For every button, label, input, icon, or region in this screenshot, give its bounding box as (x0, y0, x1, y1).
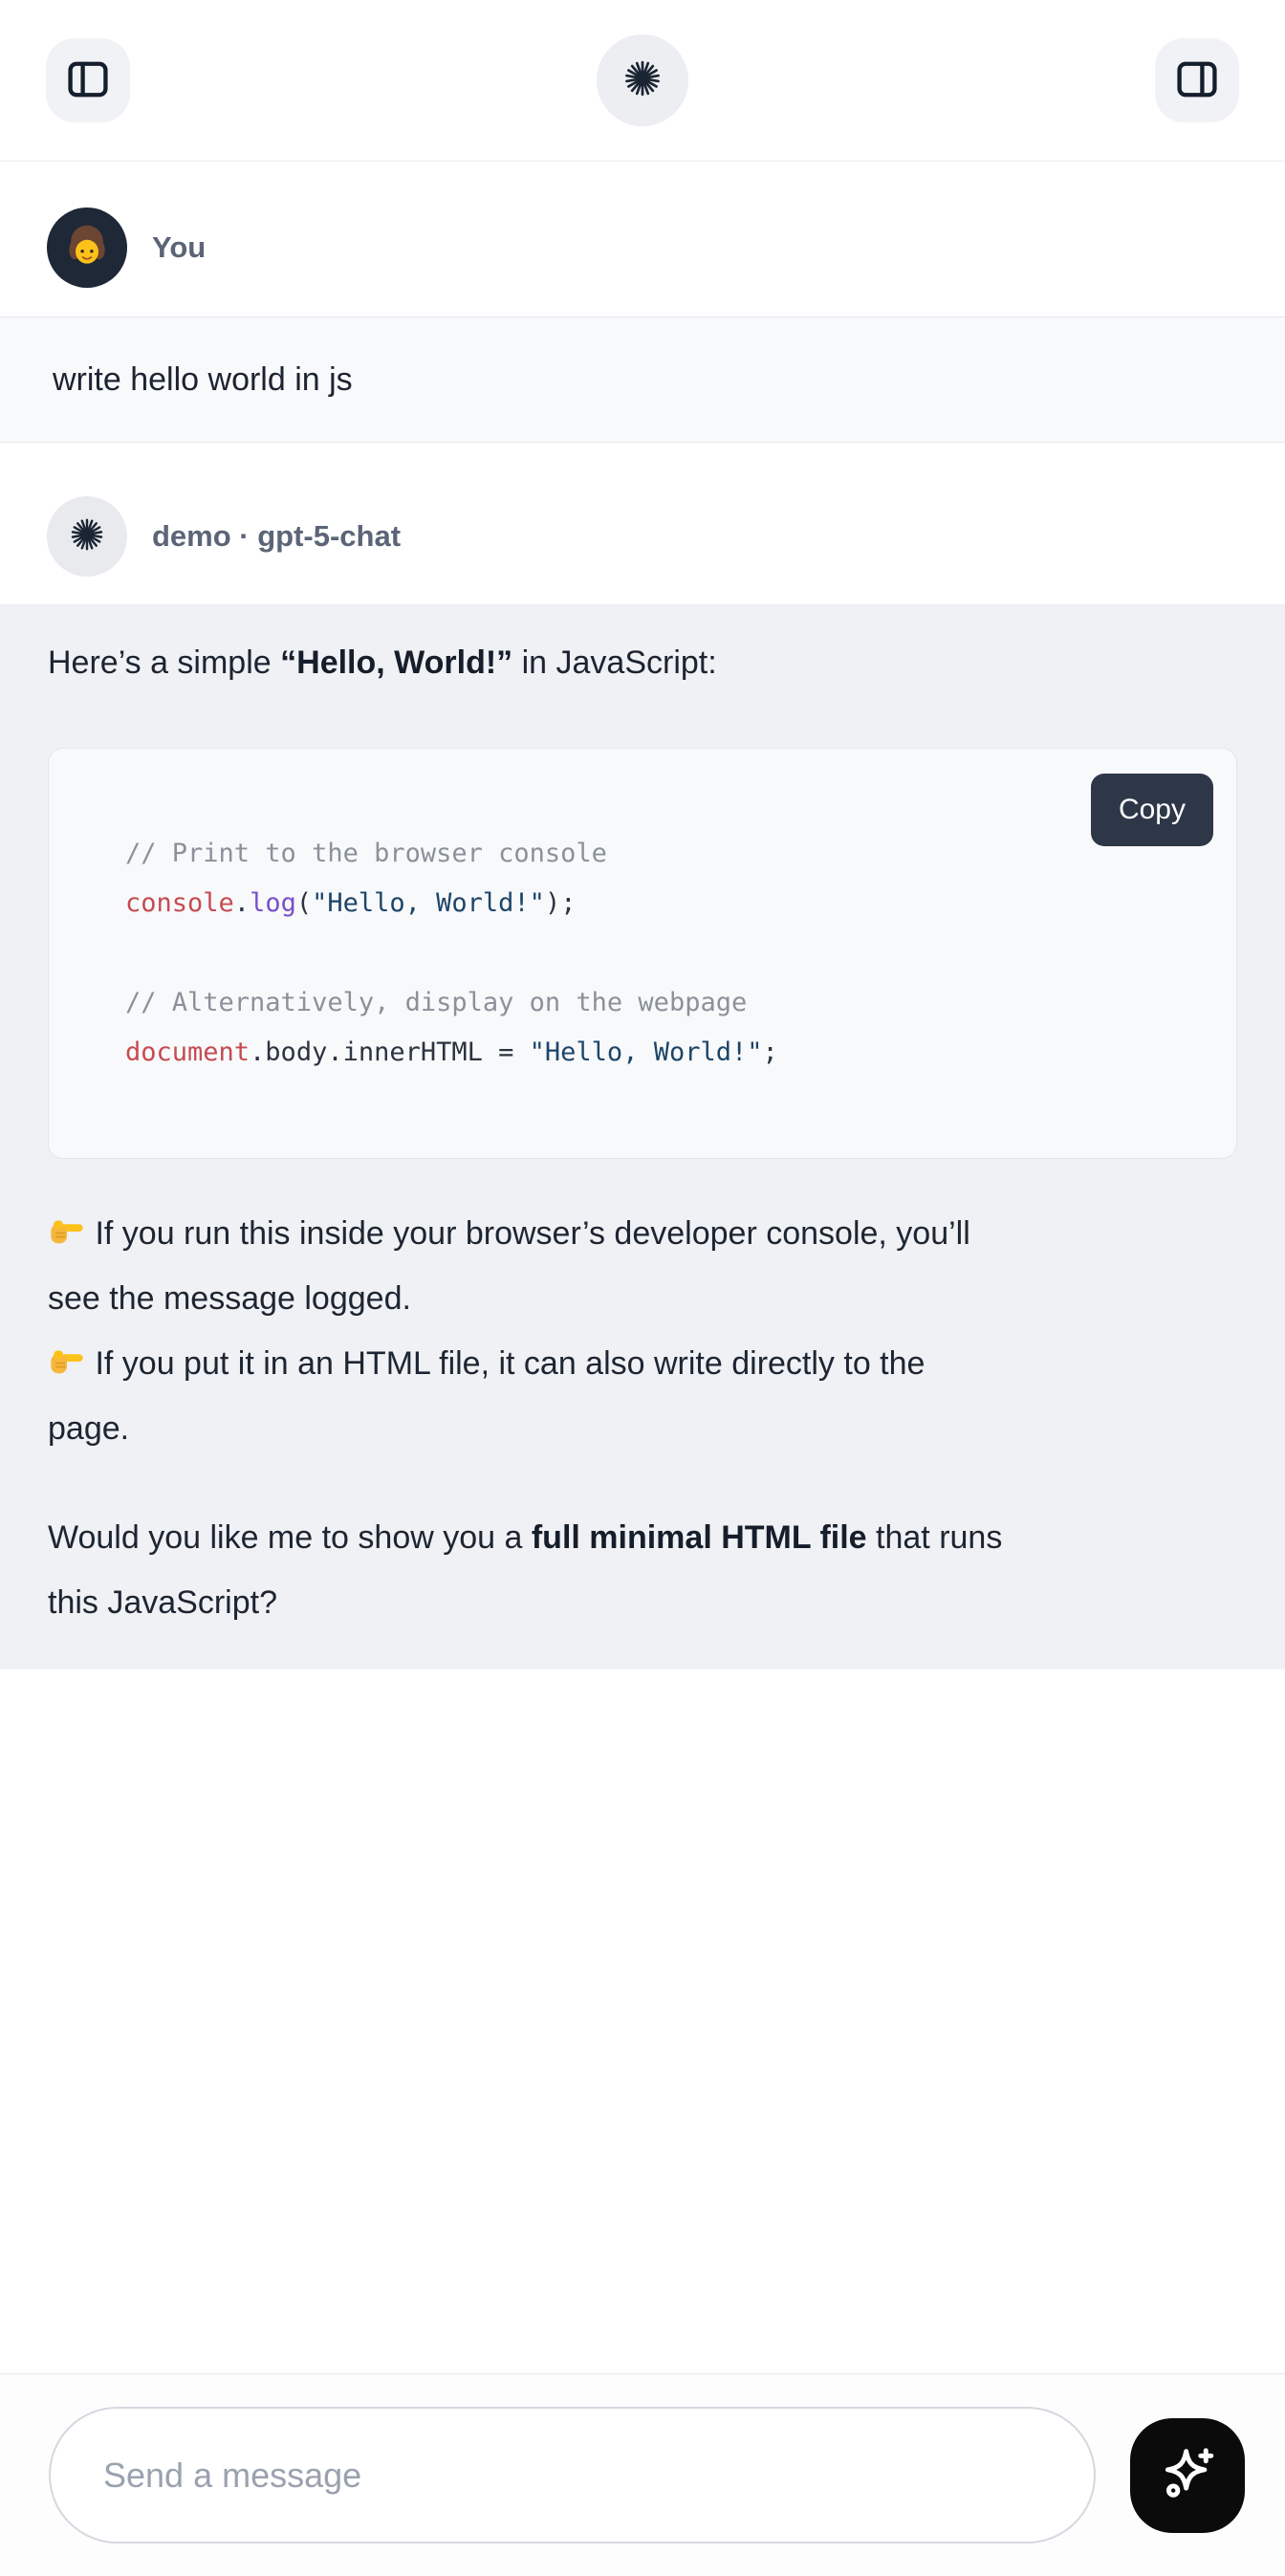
composer-bar (0, 2373, 1285, 2576)
user-sender-label: You (152, 230, 206, 265)
model-logo-disc (597, 34, 688, 126)
paragraph-line: Would you like me to show you a full min… (48, 1505, 1237, 1570)
assistant-avatar (47, 496, 127, 577)
starburst-logo-icon (622, 58, 663, 103)
user-message-text: write hello world in js (53, 361, 353, 399)
panel-right-icon (1172, 55, 1222, 107)
sidebar-toggle-button[interactable] (46, 38, 130, 122)
sparkles-icon (1156, 2442, 1219, 2508)
right-panel-toggle-button[interactable] (1155, 38, 1239, 122)
user-avatar (47, 207, 127, 288)
point-right-emoji (48, 1201, 86, 1266)
code-line: document.body.innerHTML = "Hello, World!… (125, 1028, 1198, 1078)
point-right-emoji (48, 1331, 86, 1396)
code-line: // Alternatively, display on the webpage (125, 978, 1198, 1028)
assistant-paragraphs: If you run this inside your browser’s de… (48, 1201, 1237, 1635)
paragraph: Would you like me to show you a full min… (48, 1505, 1237, 1635)
copy-button[interactable]: Copy (1091, 774, 1213, 846)
paragraph: If you run this inside your browser’s de… (48, 1201, 1237, 1331)
paragraph-line: see the message logged. (48, 1266, 1237, 1331)
assistant-intro: Here’s a simple “Hello, World!” in JavaS… (48, 631, 1237, 694)
top-bar (0, 0, 1285, 162)
paragraph-line: page. (48, 1396, 1237, 1461)
person-emoji-icon (56, 215, 118, 281)
assistant-message-bubble: Here’s a simple “Hello, World!” in JavaS… (0, 604, 1285, 1670)
assistant-sender-label: demo · gpt-5-chat (152, 519, 401, 554)
paragraph-line: this JavaScript? (48, 1570, 1237, 1635)
code-content: // Print to the browser consoleconsole.l… (125, 829, 1198, 1078)
paragraph-line: If you put it in an HTML file, it can al… (48, 1331, 1237, 1396)
code-block: Copy // Print to the browser consolecons… (48, 748, 1237, 1159)
send-button[interactable] (1130, 2418, 1245, 2533)
assistant-message-header: demo · gpt-5-chat (0, 496, 1285, 577)
paragraph: If you put it in an HTML file, it can al… (48, 1331, 1237, 1461)
paragraph-line: If you run this inside your browser’s de… (48, 1201, 1237, 1266)
code-line: console.log("Hello, World!"); (125, 879, 1198, 928)
code-line (125, 928, 1198, 978)
starburst-logo-icon (69, 516, 105, 557)
message-input[interactable] (49, 2407, 1096, 2543)
user-message-header: You (0, 207, 1285, 288)
user-message-bubble: write hello world in js (0, 317, 1285, 443)
code-line: // Print to the browser console (125, 829, 1198, 879)
panel-left-icon (63, 55, 113, 107)
